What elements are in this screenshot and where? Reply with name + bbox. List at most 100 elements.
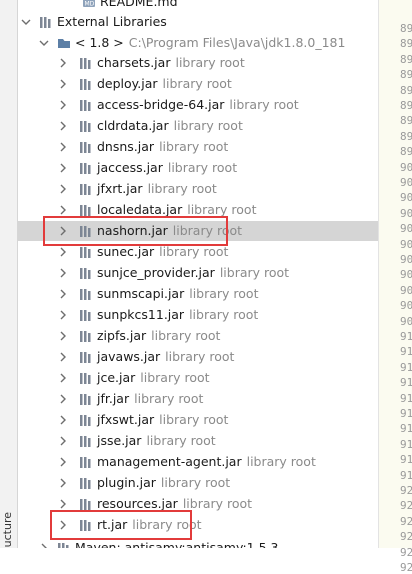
project-tree[interactable]: MD README.md External Libraries < 1.8 > C…: [18, 0, 392, 548]
library-jar-row[interactable]: javaws.jar library root: [18, 347, 390, 367]
markdown-file-icon: MD: [82, 0, 96, 9]
library-root-label: library root: [187, 202, 257, 217]
library-jar-row[interactable]: dnsns.jar library root: [18, 137, 390, 157]
structure-tool-strip[interactable]: ucture: [0, 0, 18, 548]
library-jar-row[interactable]: jfxswt.jar library root: [18, 410, 390, 430]
chevron-right-icon[interactable]: [58, 436, 68, 446]
library-root-label: library root: [165, 349, 235, 364]
chevron-right-icon[interactable]: [58, 163, 68, 173]
library-jar-row[interactable]: jsse.jar library root: [18, 431, 390, 451]
library-root-label: library root: [160, 475, 231, 490]
jar-icon: [79, 413, 93, 427]
library-jar-row[interactable]: sunmscapi.jar library root: [18, 284, 390, 304]
chevron-right-icon[interactable]: [58, 415, 68, 425]
jar-icon: [79, 182, 93, 196]
chevron-right-icon[interactable]: [58, 457, 68, 467]
library-root-label: library root: [173, 118, 243, 133]
chevron-right-icon[interactable]: [58, 184, 68, 194]
library-root-label: library root: [189, 286, 259, 301]
jar-name: plugin.jar: [97, 475, 156, 490]
library-jar-row[interactable]: plugin.jar library root: [18, 473, 390, 493]
jar-name: rt.jar: [97, 517, 128, 532]
library-jar-row[interactable]: jfxrt.jar library root: [18, 179, 390, 199]
chevron-right-icon[interactable]: [58, 352, 68, 362]
jdk-row[interactable]: < 1.8 > C:\Program Files\Java\jdk1.8.0_18…: [18, 33, 390, 53]
external-libraries-label: External Libraries: [57, 14, 167, 29]
svg-text:MD: MD: [85, 1, 95, 8]
library-jar-row[interactable]: resources.jar library root: [18, 494, 390, 514]
chevron-right-icon[interactable]: [58, 478, 68, 488]
library-root-label: library root: [162, 76, 232, 91]
library-jar-row[interactable]: sunec.jar library root: [18, 242, 390, 262]
libraries-icon: [39, 15, 53, 29]
jdk-version: < 1.8 >: [75, 35, 124, 50]
chevron-right-icon[interactable]: [58, 247, 68, 257]
library-jar-row[interactable]: access-bridge-64.jar library root: [18, 95, 390, 115]
library-root-label: library root: [246, 454, 316, 469]
library-jar-row[interactable]: jfr.jar library root: [18, 389, 390, 409]
readme-row[interactable]: MD README.md: [18, 0, 390, 12]
library-jar-row[interactable]: sunjce_provider.jar library root: [18, 263, 390, 283]
chevron-right-icon[interactable]: [58, 331, 68, 341]
library-jar-row[interactable]: cldrdata.jar library root: [18, 116, 390, 136]
external-libraries-row[interactable]: External Libraries: [18, 12, 390, 32]
library-root-label: library root: [229, 97, 299, 112]
maven-library-row[interactable]: Maven: antisamy:antisamy:1.5.3: [18, 538, 390, 548]
line-number: 90: [400, 237, 412, 251]
library-jar-row[interactable]: sunpkcs11.jar library root: [18, 305, 390, 325]
chevron-right-icon[interactable]: [39, 543, 49, 548]
chevron-right-icon[interactable]: [58, 310, 68, 320]
jar-icon: [79, 245, 93, 259]
jar-icon: [79, 203, 93, 217]
line-number: 89: [400, 52, 412, 66]
maven-library-label: Maven: antisamy:antisamy:1.5.3: [75, 540, 279, 548]
jdk-folder-icon: [57, 36, 71, 50]
library-root-label: library root: [159, 139, 229, 154]
chevron-right-icon[interactable]: [58, 499, 68, 509]
jar-name: localedata.jar: [97, 202, 183, 217]
chevron-right-icon[interactable]: [58, 289, 68, 299]
chevron-down-icon[interactable]: [39, 38, 49, 48]
jar-name: jfxrt.jar: [97, 181, 143, 196]
chevron-right-icon[interactable]: [58, 79, 68, 89]
jar-icon: [79, 476, 93, 490]
jar-icon: [79, 119, 93, 133]
line-number: 90: [400, 206, 412, 220]
chevron-right-icon[interactable]: [58, 58, 68, 68]
library-jar-row[interactable]: charsets.jar library root: [18, 53, 390, 73]
jar-icon: [79, 497, 93, 511]
chevron-right-icon[interactable]: [58, 226, 68, 236]
library-jar-row[interactable]: deploy.jar library root: [18, 74, 390, 94]
jar-name: sunjce_provider.jar: [97, 265, 215, 280]
chevron-right-icon[interactable]: [58, 268, 68, 278]
library-jar-row[interactable]: jce.jar library root: [18, 368, 390, 388]
line-number: 91: [400, 422, 412, 436]
chevron-down-icon[interactable]: [21, 17, 31, 27]
library-jar-row[interactable]: jaccess.jar library root: [18, 158, 390, 178]
library-jar-row[interactable]: management-agent.jar library root: [18, 452, 390, 472]
chevron-right-icon[interactable]: [58, 205, 68, 215]
chevron-right-icon[interactable]: [58, 520, 68, 530]
jar-icon: [79, 266, 93, 280]
jar-name: charsets.jar: [97, 55, 171, 70]
jar-name: javaws.jar: [97, 349, 161, 364]
chevron-right-icon[interactable]: [58, 373, 68, 383]
library-jar-row[interactable]: localedata.jar library root: [18, 200, 390, 220]
jar-icon: [79, 287, 93, 301]
line-number: 90: [400, 299, 412, 313]
library-jar-row[interactable]: nashorn.jar library root: [18, 221, 390, 241]
chevron-right-icon[interactable]: [58, 394, 68, 404]
library-jar-row[interactable]: rt.jar library root: [18, 515, 390, 535]
structure-tab-label[interactable]: ucture: [1, 512, 15, 547]
library-root-label: library root: [159, 412, 229, 427]
library-jar-row[interactable]: zipfs.jar library root: [18, 326, 390, 346]
chevron-right-icon[interactable]: [58, 121, 68, 131]
jar-name: jsse.jar: [97, 433, 142, 448]
jar-icon: [79, 434, 93, 448]
chevron-right-icon[interactable]: [58, 100, 68, 110]
jar-icon: [79, 329, 93, 343]
chevron-right-icon[interactable]: [58, 142, 68, 152]
line-number: 89: [400, 22, 412, 35]
library-root-label: library root: [189, 307, 259, 322]
line-number: 92: [400, 530, 412, 544]
